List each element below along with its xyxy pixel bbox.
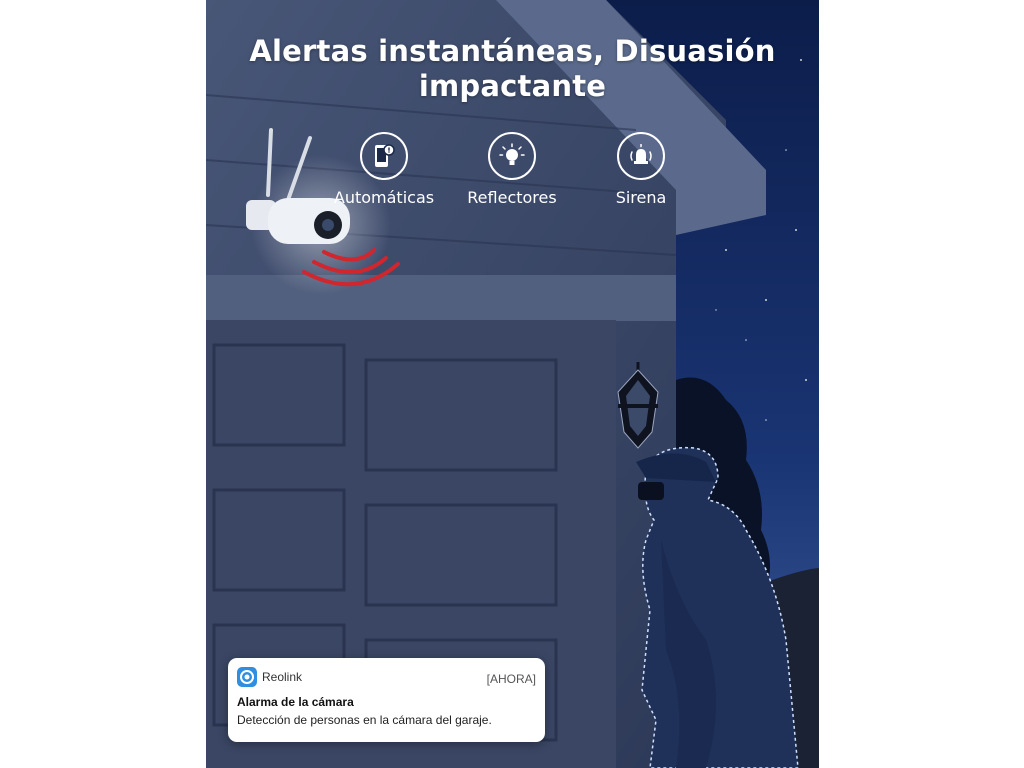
feature-reflectores: Reflectores [437,132,587,207]
headline-line2: impactante [418,69,607,103]
notification-body: Detección de personas en la cámara del g… [237,713,492,727]
reolink-app-icon [237,667,257,687]
headline: Alertas instantáneas, Disuasión impactan… [206,34,819,104]
siren-bell-icon [617,132,665,180]
phone-alert-icon [360,132,408,180]
feature-sirena: Sirena [566,132,716,207]
notification-app-name: Reolink [262,670,303,684]
night-scene-illustration [206,0,819,768]
lightbulb-icon [488,132,536,180]
feature-label: Sirena [615,188,667,207]
product-image-panel: Alertas instantáneas, Disuasión impactan… [206,0,819,768]
feature-label: Reflectores [467,188,557,207]
notification-time: [AHORA] [486,672,536,686]
push-notification[interactable]: Reolink [AHORA] Alarma de la cámara Dete… [228,658,545,742]
garage-header [206,275,676,321]
notification-title: Alarma de la cámara [237,695,354,709]
headline-line1: Alertas instantáneas, Disuasión [249,34,776,68]
